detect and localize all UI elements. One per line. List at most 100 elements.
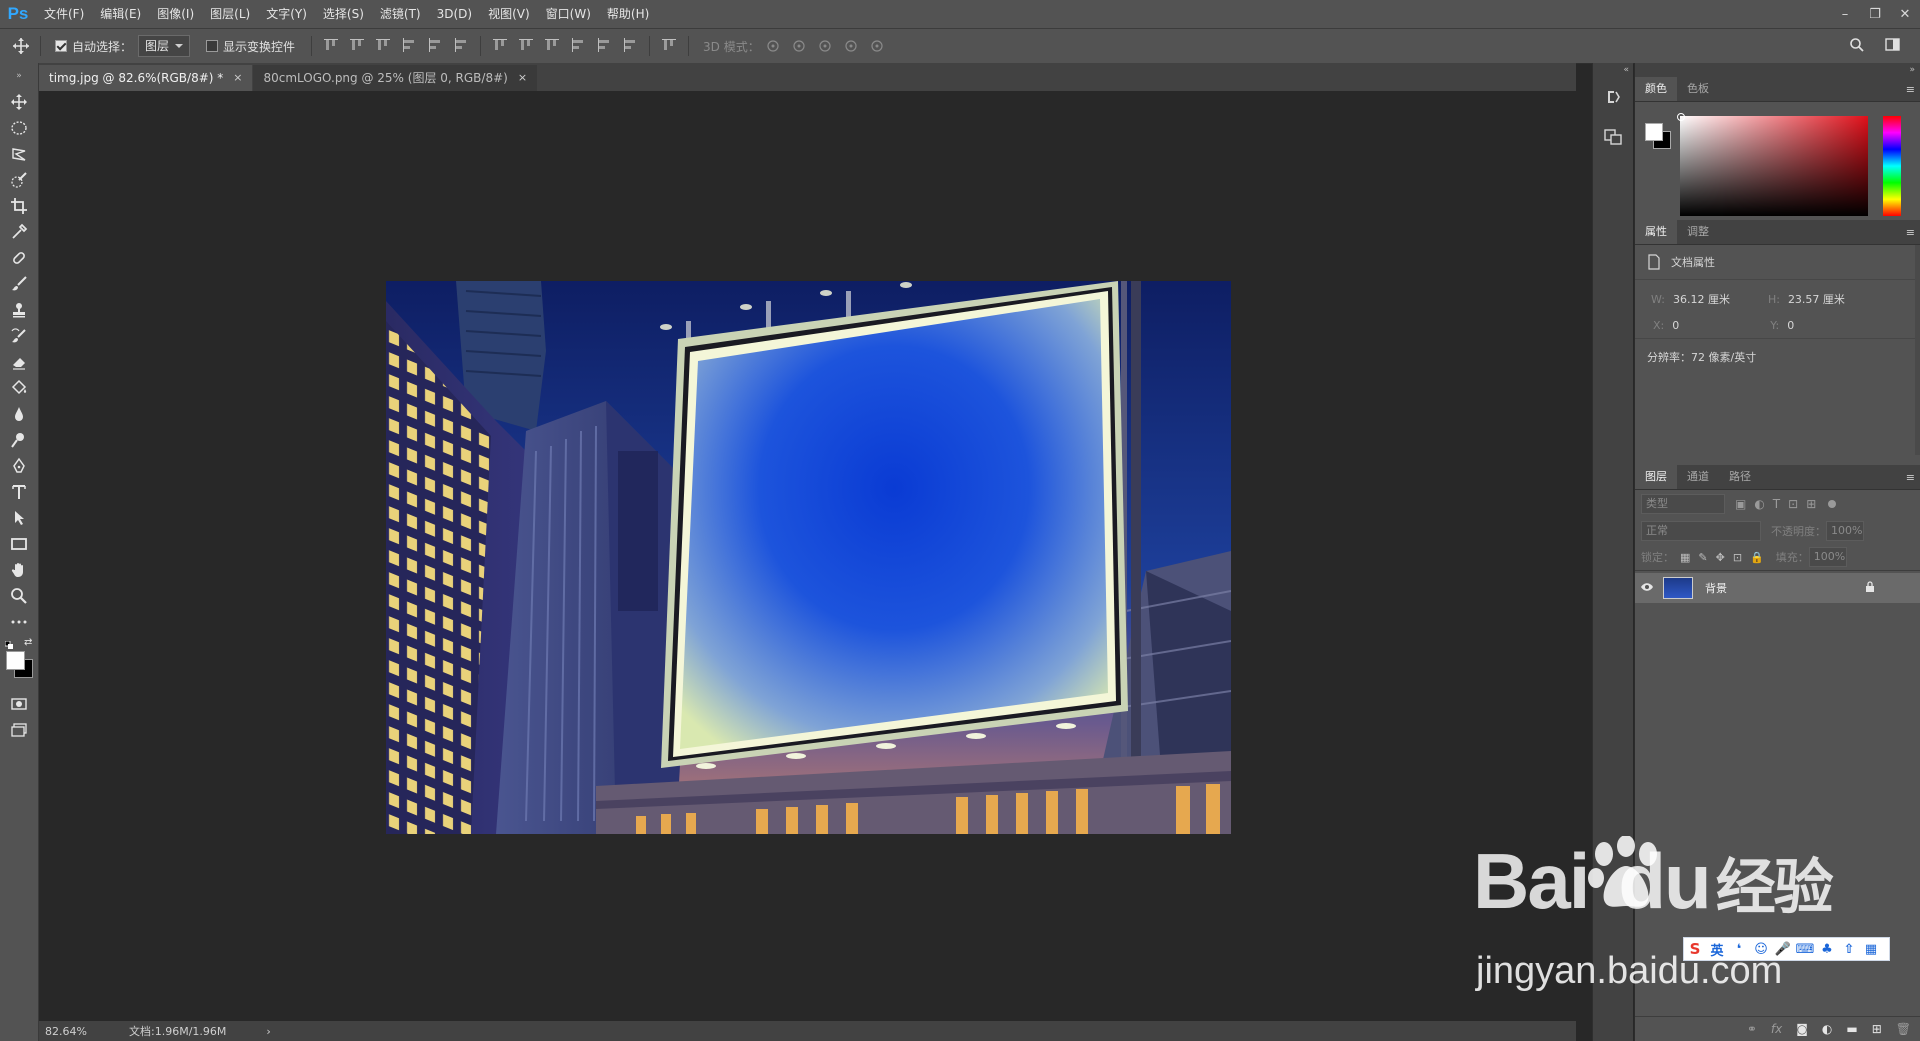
swap-colors-icon[interactable]: ⇄ [24,637,32,648]
panel-menu-icon[interactable]: ≡ [1906,83,1915,96]
align-left-icon[interactable] [400,36,418,54]
paint-bucket-tool-icon[interactable] [0,375,38,401]
show-transform-option[interactable]: 显示变换控件 [206,38,295,55]
default-colors-icon[interactable] [4,638,13,649]
zoom-tool-icon[interactable] [0,583,38,609]
restore-button[interactable]: ❐ [1860,0,1890,28]
rectangle-tool-icon[interactable] [0,531,38,557]
more-tools-icon[interactable] [0,609,38,635]
slide-3d-icon[interactable] [842,37,860,55]
zoom-3d-icon[interactable] [868,37,886,55]
foreground-color-swatch[interactable] [6,651,25,670]
orbit-3d-icon[interactable] [764,37,782,55]
brush-tool-icon[interactable] [0,271,38,297]
history-panel-icon[interactable] [1593,77,1633,117]
blur-tool-icon[interactable] [0,401,38,427]
search-icon[interactable] [1848,36,1866,54]
auto-select-checkbox[interactable] [55,40,67,52]
move-tool-icon[interactable] [0,89,38,115]
collapse-dock-icon[interactable]: » [1635,63,1920,77]
layer-style-icon[interactable]: fx [1771,1022,1782,1036]
close-button[interactable]: ✕ [1890,0,1920,28]
ime-keyboard-icon[interactable]: ⌨ [1796,940,1815,958]
type-tool-icon[interactable] [0,479,38,505]
align-top-icon[interactable] [322,36,340,54]
hand-tool-icon[interactable] [0,557,38,583]
x-value[interactable]: 0 [1672,319,1770,332]
link-layers-icon[interactable]: ⚭ [1747,1022,1757,1036]
menu-item[interactable]: 编辑(E) [92,0,149,28]
color-spectrum[interactable] [1677,113,1868,216]
adjustment-layer-icon[interactable]: ◐ [1822,1022,1832,1036]
fill-input[interactable]: 100% [1808,547,1847,567]
close-tab-icon[interactable]: × [518,65,527,91]
filter-toggle-icon[interactable] [1828,500,1837,508]
layer-filter-icons[interactable]: ▣◐T⊡⊞ [1735,497,1824,511]
layer-row[interactable]: 背景 [1635,573,1920,603]
add-mask-icon[interactable]: ◙ [1796,1022,1808,1036]
properties-scrollbar[interactable] [1915,245,1920,455]
tab-adjustments[interactable]: 调整 [1677,220,1719,244]
menu-item[interactable]: 3D(D) [429,0,480,28]
delete-layer-icon[interactable]: 🗑 [1896,1022,1911,1036]
pen-tool-icon[interactable] [0,453,38,479]
zoom-level[interactable]: 82.64% [45,1025,115,1038]
align-vcenter-icon[interactable] [348,36,366,54]
document-canvas-image[interactable] [386,281,1231,834]
ime-punctuation-icon[interactable]: ❛ [1730,940,1748,958]
quick-selection-tool-icon[interactable] [0,167,38,193]
eye-icon[interactable] [1635,582,1659,595]
move-tool-preset-icon[interactable] [12,37,30,55]
tab-layers[interactable]: 图层 [1635,465,1677,489]
menu-item[interactable]: 窗口(W) [538,0,599,28]
color-picker-cursor[interactable] [1677,113,1685,121]
ime-emoji-icon[interactable]: ☺ [1752,940,1770,958]
menu-item[interactable]: 文字(Y) [258,0,315,28]
ime-toolbox-icon[interactable]: ▦ [1862,940,1880,958]
clone-stamp-tool-icon[interactable] [0,297,38,323]
path-selection-tool-icon[interactable] [0,505,38,531]
new-layer-icon[interactable]: ⊞ [1872,1022,1882,1036]
menu-item[interactable]: 选择(S) [315,0,372,28]
eraser-tool-icon[interactable] [0,349,38,375]
tab-paths[interactable]: 路径 [1719,465,1761,489]
healing-brush-tool-icon[interactable] [0,245,38,271]
hue-slider[interactable] [1883,116,1901,216]
tab-swatches[interactable]: 色板 [1677,77,1719,101]
minimize-button[interactable]: – [1830,0,1860,28]
history-brush-tool-icon[interactable] [0,323,38,349]
show-transform-checkbox[interactable] [206,40,219,52]
distribute-hcenter-icon[interactable] [595,36,613,54]
distribute-bottom-icon[interactable] [543,36,561,54]
ime-upload-icon[interactable]: ⇧ [1840,940,1858,958]
width-value[interactable]: 36.12 厘米 [1673,291,1768,307]
quick-mask-icon[interactable] [0,691,38,717]
roll-3d-icon[interactable] [790,37,808,55]
height-value[interactable]: 23.57 厘米 [1788,291,1845,307]
distribute-top-icon[interactable] [491,36,509,54]
tab-color[interactable]: 颜色 [1635,77,1677,101]
menu-item[interactable]: 文件(F) [36,0,92,28]
panel-menu-icon[interactable]: ≡ [1906,226,1915,239]
workspace-icon[interactable] [1884,36,1902,54]
color-panel-foreground-swatch[interactable] [1645,123,1663,141]
menu-item[interactable]: 滤镜(T) [372,0,429,28]
panel-menu-icon[interactable]: ≡ [1906,471,1915,484]
y-value[interactable]: 0 [1787,319,1794,332]
opacity-input[interactable]: 100% [1826,521,1864,541]
distribute-right-icon[interactable] [621,36,639,54]
lock-icons[interactable]: ▦✎✥⊡🔒 [1680,551,1772,564]
auto-align-icon[interactable] [660,36,678,54]
auto-select-dropdown[interactable]: 图层 [138,35,191,57]
distribute-vcenter-icon[interactable] [517,36,535,54]
document-tab[interactable]: timg.jpg @ 82.6%(RGB/8#) * × [39,65,253,91]
tab-channels[interactable]: 通道 [1677,465,1719,489]
document-tab[interactable]: 80cmLOGO.png @ 25% (图层 0, RGB/8#) × [253,65,538,91]
crop-tool-icon[interactable] [0,193,38,219]
layer-filter-input[interactable]: 类型 [1641,494,1725,514]
close-tab-icon[interactable]: × [233,65,242,91]
align-right-icon[interactable] [452,36,470,54]
lasso-tool-icon[interactable] [0,141,38,167]
ime-voice-icon[interactable]: 🎤 [1774,940,1792,958]
eyedropper-tool-icon[interactable] [0,219,38,245]
